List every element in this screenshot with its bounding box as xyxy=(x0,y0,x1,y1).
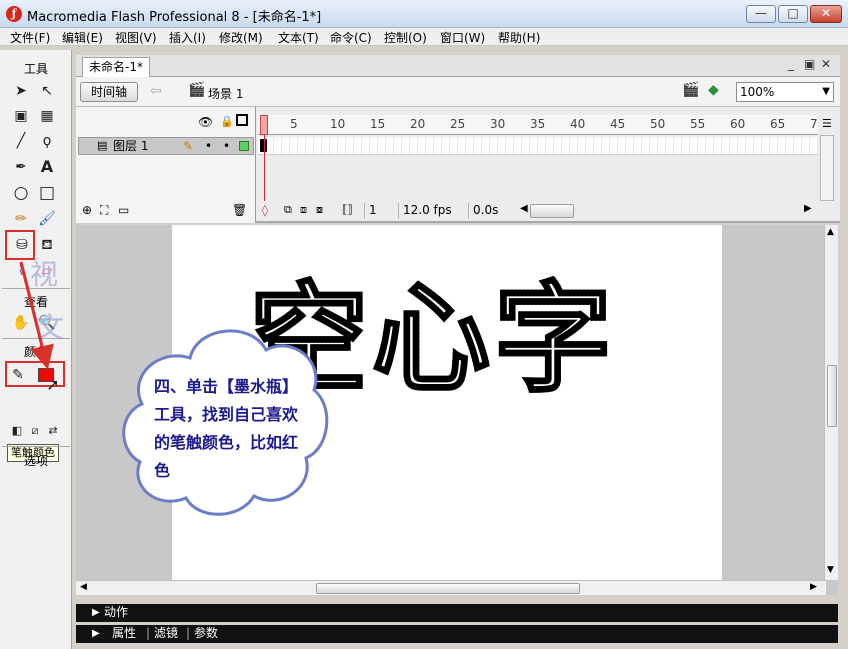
ruler-number: 40 xyxy=(570,117,586,131)
ruler-number: 45 xyxy=(610,117,626,131)
scroll-up-icon[interactable]: ▲ xyxy=(827,227,834,237)
scroll-right-icon[interactable]: ▶ xyxy=(810,582,817,592)
scroll-left-icon[interactable]: ◀ xyxy=(520,203,528,214)
timeline-menu-icon[interactable]: ☰ xyxy=(822,117,832,130)
ruler-number: 7 xyxy=(810,117,818,131)
layers-column: 👁 🔒 ▤ 图层 1 ✎ • • ⊕ ⛶ ▭ 🗑 xyxy=(76,107,256,223)
ruler-number: 55 xyxy=(690,117,706,131)
ruler-number: 50 xyxy=(650,117,666,131)
scene-clapper-icon: 🎬 xyxy=(188,82,206,98)
document-tab-bar: 未命名-1* _ ▣ ✕ xyxy=(76,55,840,77)
actions-panel-label: 动作 xyxy=(104,605,129,619)
layer-edit-pencil-icon: ✎ xyxy=(183,139,194,153)
edit-multiple-icon[interactable]: ⧇ xyxy=(316,203,323,217)
timeline-horizontal-thumb[interactable] xyxy=(530,204,574,218)
tab-divider: | xyxy=(146,626,151,640)
layer-row[interactable]: ▤ 图层 1 ✎ • • xyxy=(78,137,254,155)
delete-layer-icon[interactable]: 🗑 xyxy=(232,203,247,217)
timeline-toggle-button[interactable]: 时间轴 xyxy=(80,82,138,102)
outline-icon[interactable] xyxy=(236,114,248,126)
elapsed-time: 0.0s xyxy=(468,203,520,219)
stage-horizontal-scrollbar[interactable]: ◀ ▶ xyxy=(76,580,826,595)
lock-icon[interactable]: 🔒 xyxy=(220,115,234,128)
zoom-select[interactable]: 100% ▼ xyxy=(736,82,834,102)
add-motion-guide-icon[interactable]: ⛶ xyxy=(100,203,108,218)
ruler-number: 60 xyxy=(730,117,746,131)
onion-outline-icon[interactable]: ⧈ xyxy=(300,203,307,217)
document-tab[interactable]: 未命名-1* xyxy=(82,57,150,77)
insert-layer-icon[interactable]: ⊕ xyxy=(82,203,92,217)
playhead[interactable] xyxy=(260,115,268,135)
ruler-number: 65 xyxy=(770,117,786,131)
edit-bar: 时间轴 ⇦ 🎬 场景 1 🎬 ◆ 100% ▼ xyxy=(76,77,840,107)
expand-arrow-icon: ▶ xyxy=(92,628,100,639)
doc-minimize-button[interactable]: _ xyxy=(788,57,794,71)
edit-symbols-icon[interactable]: ◆ xyxy=(708,82,719,98)
center-frame-icon[interactable]: ◊ xyxy=(262,203,268,217)
current-frame: 1 xyxy=(364,203,400,219)
actions-panel-header[interactable]: ▶ 动作 xyxy=(76,604,838,622)
layer-name: 图层 1 xyxy=(113,139,149,153)
stage-vertical-scrollbar[interactable]: ▲ ▼ xyxy=(824,225,838,580)
parameters-tab[interactable]: 参数 xyxy=(194,625,218,642)
layer-visible-dot[interactable]: • xyxy=(205,138,212,154)
layer-outline-color[interactable] xyxy=(239,141,249,151)
doc-restore-button[interactable]: ▣ xyxy=(804,57,815,71)
insert-folder-icon[interactable]: ▭ xyxy=(118,203,129,217)
edit-scene-icon[interactable]: 🎬 xyxy=(682,82,699,98)
tab-divider: | xyxy=(186,626,191,640)
scroll-left-icon[interactable]: ◀ xyxy=(80,582,87,592)
onion-skin-icon[interactable]: ⧉ xyxy=(284,203,292,217)
timeline-status-bar: ◊ ⧉ ⧈ ⧇ ⟦⟧ 1 12.0 fps 0.0s ◀ ▶ xyxy=(258,201,838,221)
modify-markers-icon[interactable]: ⟦⟧ xyxy=(342,203,353,216)
properties-panel-header[interactable]: ▶ 属性 | 滤镜 | 参数 xyxy=(76,625,838,643)
chevron-down-icon: ▼ xyxy=(822,86,830,97)
frame-rate: 12.0 fps xyxy=(398,203,464,219)
frame-row[interactable] xyxy=(258,137,818,155)
scene-label: 场景 1 xyxy=(208,87,244,101)
ruler-number: 25 xyxy=(450,117,466,131)
playhead-line xyxy=(264,135,265,201)
back-arrow-icon[interactable]: ⇦ xyxy=(150,83,162,99)
timeline-vertical-scrollbar[interactable] xyxy=(820,135,834,201)
layer-page-icon: ▤ xyxy=(97,139,108,152)
ruler-number: 20 xyxy=(410,117,426,131)
ruler-number: 35 xyxy=(530,117,546,131)
eye-icon[interactable]: 👁 xyxy=(198,115,213,129)
ruler-number: 5 xyxy=(290,117,298,131)
zoom-value: 100% xyxy=(740,85,775,99)
frame-ruler: 1 5 10 15 20 25 30 35 40 45 50 55 60 65 … xyxy=(258,115,818,135)
ruler-number: 15 xyxy=(370,117,386,131)
timeline-panel: 👁 🔒 ▤ 图层 1 ✎ • • ⊕ ⛶ ▭ 🗑 1 5 10 15 20 25… xyxy=(76,107,840,223)
ruler-number: 30 xyxy=(490,117,506,131)
scroll-down-icon[interactable]: ▼ xyxy=(827,565,834,575)
ruler-number: 10 xyxy=(330,117,346,131)
stage-horizontal-thumb[interactable] xyxy=(316,583,580,594)
callout-text: 四、单击【墨水瓶】工具，找到自己喜欢的笔触颜色，比如红色 xyxy=(154,377,299,480)
stage-vertical-thumb[interactable] xyxy=(827,365,837,427)
expand-arrow-icon: ▶ xyxy=(92,607,100,618)
filters-tab[interactable]: 滤镜 xyxy=(154,625,178,642)
properties-tab[interactable]: 属性 xyxy=(112,625,136,642)
scroll-right-icon[interactable]: ▶ xyxy=(804,203,812,214)
doc-close-button[interactable]: ✕ xyxy=(821,57,831,71)
layer-lock-dot[interactable]: • xyxy=(223,138,230,154)
